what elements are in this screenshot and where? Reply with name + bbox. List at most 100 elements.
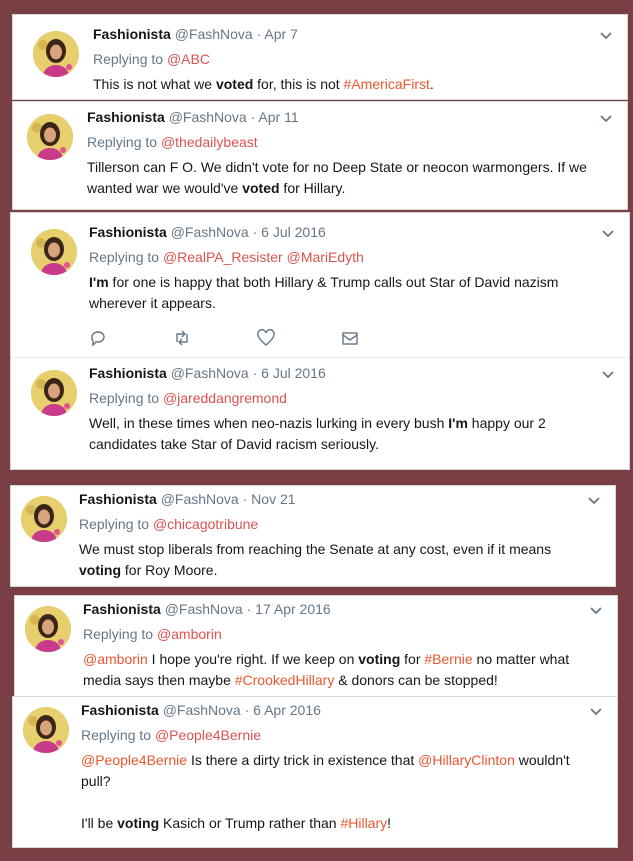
bold-term: voted	[215, 76, 254, 92]
reply-mention[interactable]: @RealPA_Resister	[163, 249, 283, 265]
tweet-text: This is not what we voted for, this is n…	[93, 74, 434, 95]
text-segment: for	[400, 651, 425, 667]
avatar[interactable]	[23, 707, 69, 753]
text-segment: We must stop liberals from reaching the …	[79, 541, 552, 557]
replying-to-label: Replying to	[89, 249, 160, 265]
replying-to: Replying to @chicagotribune	[79, 516, 258, 532]
tweet-date[interactable]: Nov 21	[251, 491, 295, 507]
tweet-2[interactable]: Fashionista @FashNova · Apr 11 Replying t…	[13, 102, 627, 211]
reply-mention[interactable]: @People4Bernie	[155, 727, 261, 743]
separator-dot: ·	[256, 26, 262, 42]
avatar[interactable]	[33, 31, 79, 77]
tweet-text-line: wanted war we would've voted for Hillary…	[87, 178, 587, 199]
tweet-6[interactable]: Fashionista @FashNova · 17 Apr 2016 Reply…	[15, 596, 617, 706]
tweet-text: I'm for one is happy that both Hillary &…	[89, 272, 558, 314]
user-handle[interactable]: @FashNova	[171, 224, 249, 240]
tweet-text-line: media says then maybe #CrookedHillary & …	[83, 670, 569, 691]
retweet-icon[interactable]	[173, 329, 191, 347]
text-segment: wouldn't	[514, 752, 570, 768]
reply-mention[interactable]: @chicagotribune	[153, 516, 258, 532]
hashtag-or-mention-link[interactable]: @amborin	[83, 651, 148, 667]
text-segment: This is not what we	[93, 76, 216, 92]
replying-to-label: Replying to	[79, 516, 150, 532]
user-handle[interactable]: @FashNova	[161, 491, 239, 507]
reply-mention[interactable]: @jareddangremond	[163, 390, 287, 406]
reply-icon[interactable]	[89, 329, 107, 347]
bold-term: voting	[117, 815, 160, 831]
separator-dot: ·	[242, 491, 248, 507]
tweet-text: We must stop liberals from reaching the …	[79, 539, 551, 581]
reply-mention[interactable]: @thedailybeast	[161, 134, 258, 150]
text-segment: for Roy Moore.	[121, 562, 218, 578]
replying-to: Replying to @amborin	[83, 626, 222, 642]
tweet-5[interactable]: Fashionista @FashNova · Nov 21 Replying t…	[11, 486, 615, 588]
tweet-text: Well, in these times when neo-nazis lurk…	[89, 413, 546, 455]
chevron-down-icon[interactable]	[587, 496, 601, 506]
user-name[interactable]: Fashionista	[79, 491, 157, 507]
user-handle[interactable]: @FashNova	[171, 365, 249, 381]
tweet-text-line: I'm for one is happy that both Hillary &…	[89, 272, 558, 293]
like-icon[interactable]	[257, 329, 275, 347]
hashtag-or-mention-link[interactable]: @HillaryClinton	[418, 752, 515, 768]
text-segment: I'll be	[81, 815, 118, 831]
chevron-down-icon[interactable]	[601, 370, 615, 380]
tweet-text-line: pull?	[81, 771, 570, 792]
tweet-text-line: This is not what we voted for, this is n…	[93, 74, 434, 95]
user-name[interactable]: Fashionista	[89, 365, 167, 381]
reply-mention[interactable]: @MariEdyth	[287, 249, 364, 265]
tweet-date[interactable]: Apr 11	[258, 109, 298, 125]
tweet-date[interactable]: Apr 7	[264, 26, 297, 42]
reply-mention[interactable]: @amborin	[157, 626, 222, 642]
avatar[interactable]	[21, 496, 67, 542]
chevron-down-icon[interactable]	[601, 229, 615, 239]
avatar[interactable]	[31, 229, 77, 275]
hashtag-or-mention-link[interactable]: #Bernie	[424, 651, 472, 667]
replying-to: Replying to @RealPA_Resister @MariEdyth	[89, 249, 364, 265]
chevron-down-icon[interactable]	[599, 31, 613, 41]
avatar[interactable]	[25, 606, 71, 652]
user-handle[interactable]: @FashNova	[169, 109, 247, 125]
text-segment: media says then maybe	[83, 672, 235, 688]
text-segment: for one is happy that both Hillary & Tru…	[108, 274, 559, 290]
replying-to: Replying to @thedailybeast	[87, 134, 258, 150]
tweet-4[interactable]: Fashionista @FashNova · 6 Jul 2016 Replyi…	[11, 358, 629, 470]
user-handle[interactable]: @FashNova	[165, 601, 243, 617]
hashtag-or-mention-link[interactable]: @People4Bernie	[81, 752, 187, 768]
tweet-header: Fashionista @FashNova · 6 Jul 2016	[89, 365, 326, 381]
hashtag-or-mention-link[interactable]: #AmericaFirst	[344, 76, 430, 92]
reply-mention[interactable]: @ABC	[167, 51, 210, 67]
tweet-text: Tillerson can F O. We didn't vote for no…	[87, 157, 587, 199]
user-name[interactable]: Fashionista	[81, 702, 159, 718]
tweet-3[interactable]: Fashionista @FashNova · 6 Jul 2016 Replyi…	[11, 213, 629, 357]
message-icon[interactable]	[341, 329, 359, 347]
user-name[interactable]: Fashionista	[87, 109, 165, 125]
tweet-header: Fashionista @FashNova · 17 Apr 2016	[83, 601, 331, 617]
chevron-down-icon[interactable]	[589, 606, 603, 616]
hashtag-or-mention-link[interactable]: #Hillary	[340, 815, 387, 831]
user-handle[interactable]: @FashNova	[163, 702, 241, 718]
tweet-header: Fashionista @FashNova · Nov 21	[79, 491, 296, 507]
tweet-text-line: @amborin I hope you're right. If we keep…	[83, 649, 569, 670]
tweet-7[interactable]: Fashionista @FashNova · 6 Apr 2016 Replyi…	[13, 697, 617, 849]
avatar[interactable]	[31, 370, 77, 416]
tweet-text: @People4Bernie Is there a dirty trick in…	[81, 750, 570, 834]
bold-term: voted	[242, 180, 280, 196]
text-segment: no matter what	[472, 651, 570, 667]
tweet-date[interactable]: 6 Jul 2016	[261, 365, 326, 381]
chevron-down-icon[interactable]	[589, 707, 603, 717]
avatar[interactable]	[27, 114, 73, 160]
chevron-down-icon[interactable]	[599, 114, 613, 124]
user-handle[interactable]: @FashNova	[175, 26, 253, 42]
text-segment: wherever it appears.	[89, 295, 216, 311]
hashtag-or-mention-link[interactable]: #CrookedHillary	[235, 672, 335, 688]
tweet-date[interactable]: 6 Jul 2016	[261, 224, 326, 240]
tweet-1[interactable]: Fashionista @FashNova · Apr 7 Replying to…	[13, 15, 627, 101]
tweet-header: Fashionista @FashNova · 6 Apr 2016	[81, 702, 321, 718]
user-name[interactable]: Fashionista	[89, 224, 167, 240]
text-segment: & donors can be stopped!	[334, 672, 498, 688]
tweet-date[interactable]: 17 Apr 2016	[255, 601, 331, 617]
replying-to-label: Replying to	[81, 727, 152, 743]
tweet-date[interactable]: 6 Apr 2016	[253, 702, 321, 718]
user-name[interactable]: Fashionista	[83, 601, 161, 617]
user-name[interactable]: Fashionista	[93, 26, 171, 42]
